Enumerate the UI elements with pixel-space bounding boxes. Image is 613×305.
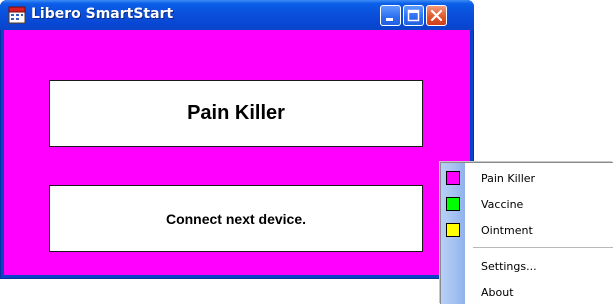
menu-item-about[interactable]: About: [441, 281, 613, 305]
minimize-button[interactable]: [380, 5, 401, 26]
maximize-button[interactable]: [403, 5, 424, 26]
client-area: Pain Killer Connect next device.: [4, 30, 470, 275]
menu-item-label: About: [481, 286, 514, 299]
magenta-swatch-icon: [446, 171, 460, 185]
yellow-swatch-icon: [446, 223, 460, 237]
menu-item-ointment[interactable]: Ointment: [441, 219, 613, 243]
menu-item-pain-killer[interactable]: Pain Killer: [441, 167, 613, 191]
context-menu: Pain Killer Vaccine Ointment Settings...…: [440, 162, 613, 304]
app-window: Libero SmartStart Pain Killer Connect ne…: [0, 0, 474, 279]
product-name: Pain Killer: [187, 102, 285, 124]
menu-item-label: Vaccine: [481, 198, 524, 211]
product-panel: Pain Killer: [49, 80, 423, 147]
menu-item-label: Settings...: [481, 260, 537, 273]
title-bar[interactable]: Libero SmartStart: [0, 0, 474, 30]
app-icon[interactable]: [8, 6, 26, 24]
menu-item-settings[interactable]: Settings...: [441, 255, 613, 279]
status-message: Connect next device.: [165, 210, 307, 227]
green-swatch-icon: [446, 197, 460, 211]
menu-item-label: Pain Killer: [481, 172, 536, 185]
window-title: Libero SmartStart: [31, 6, 174, 22]
status-panel: Connect next device.: [49, 185, 423, 252]
close-button[interactable]: [426, 5, 447, 26]
menu-separator: [473, 247, 613, 248]
menu-item-label: Ointment: [481, 224, 533, 237]
menu-item-vaccine[interactable]: Vaccine: [441, 193, 613, 217]
